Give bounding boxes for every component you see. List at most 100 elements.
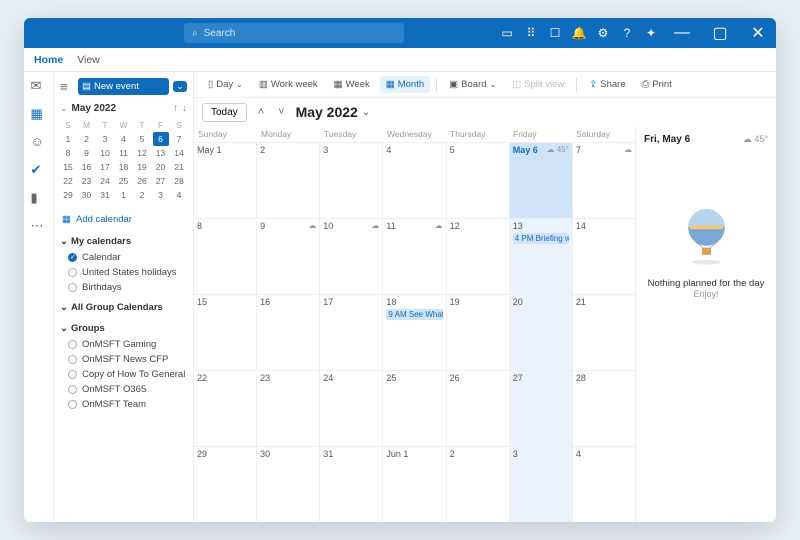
mini-day[interactable]: 31: [97, 188, 113, 202]
mini-day[interactable]: 25: [116, 174, 132, 188]
search-input[interactable]: ⌕ Search: [184, 23, 404, 43]
new-event-dropdown[interactable]: ⌄: [173, 81, 187, 92]
gear-icon[interactable]: ⚙: [596, 26, 610, 40]
mini-day[interactable]: 6: [153, 132, 169, 146]
mail-icon[interactable]: ✉: [31, 78, 47, 94]
day-cell[interactable]: Jun 1: [383, 447, 446, 522]
mini-day[interactable]: 21: [171, 160, 187, 174]
day-cell[interactable]: 8: [194, 219, 257, 294]
day-cell[interactable]: 22: [194, 371, 257, 446]
day-cell[interactable]: 189 AM See What's: [383, 295, 446, 370]
calendar-checkbox[interactable]: [68, 370, 77, 379]
day-cell[interactable]: 19: [447, 295, 510, 370]
maximize-button[interactable]: ▢: [706, 18, 734, 48]
mini-day[interactable]: 16: [79, 160, 95, 174]
mini-day[interactable]: 15: [60, 160, 76, 174]
mini-day[interactable]: 9: [79, 146, 95, 160]
day-cell[interactable]: 28: [573, 371, 635, 446]
mini-day[interactable]: 14: [171, 146, 187, 160]
day-cell[interactable]: 16: [257, 295, 320, 370]
help-icon[interactable]: ?: [620, 26, 634, 40]
group-calendar-item[interactable]: OnMSFT Team: [60, 397, 187, 412]
day-cell[interactable]: 2: [257, 143, 320, 218]
mini-day[interactable]: 1: [60, 132, 76, 146]
mini-day[interactable]: 29: [60, 188, 76, 202]
mini-day[interactable]: 22: [60, 174, 76, 188]
todo-icon[interactable]: ✔: [31, 162, 47, 178]
mini-day[interactable]: 26: [134, 174, 150, 188]
group-calendar-item[interactable]: OnMSFT O365: [60, 382, 187, 397]
mini-day[interactable]: 17: [97, 160, 113, 174]
mini-day[interactable]: 19: [134, 160, 150, 174]
day-cell[interactable]: 134 PM Briefing wit: [510, 219, 573, 294]
view-week[interactable]: ▦Week: [328, 76, 376, 93]
mini-day[interactable]: 3: [97, 132, 113, 146]
day-cell[interactable]: 21: [573, 295, 635, 370]
day-cell[interactable]: 11☁: [383, 219, 446, 294]
group-calendar-item[interactable]: Copy of How To General: [60, 367, 187, 382]
group-calendar-item[interactable]: OnMSFT News CFP: [60, 352, 187, 367]
mini-day[interactable]: 7: [171, 132, 187, 146]
calendar-checkbox[interactable]: [68, 283, 77, 292]
more-icon[interactable]: ⋯: [31, 218, 47, 234]
mini-day[interactable]: 8: [60, 146, 76, 160]
day-cell[interactable]: 4: [383, 143, 446, 218]
calendar-checkbox[interactable]: [68, 400, 77, 409]
day-cell[interactable]: 17: [320, 295, 383, 370]
prev-month[interactable]: ˄: [255, 106, 267, 118]
announce-icon[interactable]: ✦: [644, 26, 658, 40]
day-cell[interactable]: 5: [447, 143, 510, 218]
mini-day[interactable]: 5: [134, 132, 150, 146]
day-cell[interactable]: 20: [510, 295, 573, 370]
day-cell[interactable]: 9☁: [257, 219, 320, 294]
mini-day[interactable]: 30: [79, 188, 95, 202]
tab-view[interactable]: View: [77, 54, 100, 66]
section-all-groups[interactable]: ⌄ All Group Calendars: [60, 299, 187, 316]
mini-cal-prev[interactable]: ↑: [173, 103, 178, 114]
calendar-checkbox[interactable]: [68, 355, 77, 364]
minimize-button[interactable]: —: [668, 18, 696, 48]
view-workweek[interactable]: ▥Work week: [253, 76, 324, 93]
calendar-checkbox[interactable]: [68, 268, 77, 277]
day-cell[interactable]: 27: [510, 371, 573, 446]
teams-icon[interactable]: ⠿: [524, 26, 538, 40]
people-icon[interactable]: ☺: [31, 134, 47, 150]
mini-day[interactable]: 13: [153, 146, 169, 160]
mini-day[interactable]: 27: [153, 174, 169, 188]
chevron-down-icon[interactable]: ⌄: [60, 103, 68, 114]
mini-cal-next[interactable]: ↓: [182, 103, 187, 114]
day-cell[interactable]: 10☁: [320, 219, 383, 294]
mini-day[interactable]: 4: [116, 132, 132, 146]
day-cell[interactable]: 29: [194, 447, 257, 522]
group-calendar-item[interactable]: OnMSFT Gaming: [60, 337, 187, 352]
event-chip[interactable]: 9 AM See What's: [386, 309, 442, 320]
mini-day[interactable]: 11: [116, 146, 132, 160]
day-cell[interactable]: 25: [383, 371, 446, 446]
split-view[interactable]: ◫Split view: [506, 76, 570, 93]
view-month[interactable]: ▦Month: [380, 76, 430, 93]
next-month[interactable]: ˅: [275, 106, 287, 118]
mini-day[interactable]: 23: [79, 174, 95, 188]
mini-day[interactable]: 4: [171, 188, 187, 202]
month-title[interactable]: May 2022 ⌄: [296, 104, 371, 120]
day-cell[interactable]: 26: [447, 371, 510, 446]
mini-day[interactable]: 12: [134, 146, 150, 160]
view-board[interactable]: ▣Board⌄: [443, 76, 502, 93]
mini-day[interactable]: 2: [79, 132, 95, 146]
mini-day[interactable]: 1: [116, 188, 132, 202]
mini-day[interactable]: 20: [153, 160, 169, 174]
day-cell[interactable]: 31: [320, 447, 383, 522]
notes-icon[interactable]: ☐: [548, 26, 562, 40]
hamburger-icon[interactable]: ≡: [60, 79, 74, 94]
day-cell[interactable]: 7☁: [573, 143, 635, 218]
calendar-checkbox[interactable]: [68, 385, 77, 394]
calendar-icon[interactable]: ▦: [31, 106, 47, 122]
section-groups[interactable]: ⌄ Groups: [60, 320, 187, 337]
day-cell[interactable]: 3: [510, 447, 573, 522]
mini-day[interactable]: 18: [116, 160, 132, 174]
bell-icon[interactable]: 🔔: [572, 26, 586, 40]
day-cell[interactable]: 12: [447, 219, 510, 294]
print-button[interactable]: ⎙Print: [636, 76, 678, 93]
day-cell[interactable]: May 6☁ 45°: [510, 143, 573, 218]
calendar-item[interactable]: Birthdays: [60, 280, 187, 295]
